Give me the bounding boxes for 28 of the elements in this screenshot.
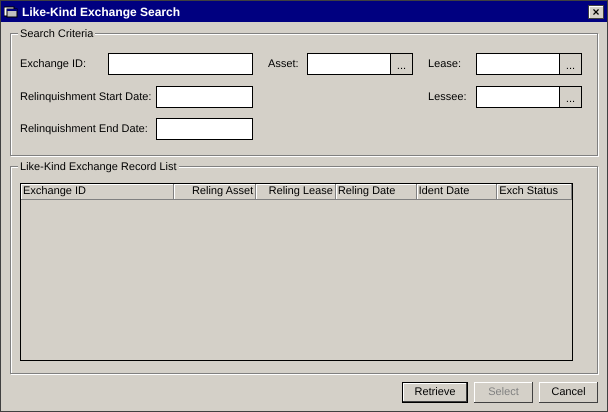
column-header[interactable]: Exchange ID <box>21 184 174 200</box>
text-field[interactable] <box>307 53 391 75</box>
column-header[interactable]: Reling Lease <box>256 184 336 200</box>
field-label: Relinquishment Start Date: <box>20 90 152 105</box>
text-field[interactable] <box>476 53 560 75</box>
text-field[interactable] <box>476 86 560 108</box>
record-list[interactable]: Exchange ID Reling Asset Reling Lease Reling Date Ident Date Exch Status <box>20 183 573 361</box>
field-label: Lease: <box>428 56 462 72</box>
browse-button[interactable]: ... <box>560 53 582 75</box>
window-icon <box>4 6 18 18</box>
dialog-button[interactable]: Cancel <box>539 382 598 403</box>
column-header[interactable]: Ident Date <box>416 184 498 200</box>
dialog-button[interactable]: Retrieve <box>402 382 468 403</box>
column-header[interactable]: Reling Asset <box>174 184 256 200</box>
browse-button[interactable]: ... <box>391 53 413 75</box>
field-label: Lessee: <box>428 90 468 105</box>
text-field[interactable] <box>156 86 253 108</box>
field-label: Relinquishment End Date: <box>20 122 149 137</box>
column-header[interactable]: Exch Status <box>497 184 572 200</box>
column-header[interactable]: Reling Date <box>336 184 417 200</box>
group-title: Like-Kind Exchange Record List <box>18 159 179 176</box>
text-field[interactable] <box>156 118 253 140</box>
window-title: Like-Kind Exchange Search <box>22 4 182 20</box>
field-label: Exchange ID: <box>20 56 88 72</box>
close-button[interactable]: × <box>588 4 604 18</box>
text-field[interactable] <box>108 53 253 75</box>
field-label: Asset: <box>268 56 300 72</box>
browse-button[interactable]: ... <box>560 86 582 108</box>
